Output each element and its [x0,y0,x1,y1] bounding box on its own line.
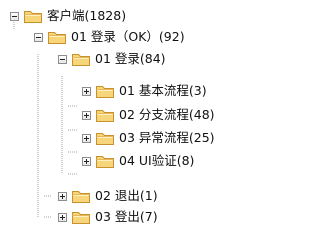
tree-node-root[interactable]: 客户端(1828) [10,5,126,27]
folder-icon [72,191,90,203]
expand-toggle[interactable] [82,156,91,166]
tree-node-basic-flow[interactable]: 01 基本流程(3) [82,80,207,102]
folder-icon [72,54,90,66]
tree-node-label: 01 基本流程(3) [119,83,207,98]
folder-icon [96,133,114,145]
tree-node-login[interactable]: 01 登录(84) [58,48,166,70]
tree-node-ui-validation[interactable]: 04 UI验证(8) [82,150,194,172]
tree-node-label: 02 分支流程(48) [119,107,215,122]
tree-node-label: 客户端(1828) [47,8,127,23]
expand-toggle[interactable] [58,212,67,222]
folder-icon [72,212,90,224]
tree-node-exit[interactable]: 02 退出(1) [58,185,158,207]
folder-icon [96,86,114,98]
folder-icon [24,11,42,23]
tree-node-label: 04 UI验证(8) [119,153,195,168]
folder-tree: 客户端(1828) 01 登录（OK）(92) 01 登录(84) 01 基本流… [0,0,270,241]
tree-node-exception-flow[interactable]: 03 异常流程(25) [82,127,215,149]
tree-node-login-ok[interactable]: 01 登录（OK）(92) [34,26,185,48]
folder-icon [96,156,114,168]
collapse-toggle[interactable] [34,32,43,42]
folder-icon [48,32,66,44]
tree-node-label: 01 登录(84) [95,51,166,66]
collapse-toggle[interactable] [10,11,19,21]
tree-node-label: 01 登录（OK）(92) [71,29,185,44]
expand-toggle[interactable] [82,110,91,120]
expand-toggle[interactable] [58,191,67,201]
tree-node-label: 03 登出(7) [95,209,158,224]
expand-toggle[interactable] [82,86,91,96]
expand-toggle[interactable] [82,133,91,143]
tree-node-label: 03 异常流程(25) [119,130,215,145]
folder-icon [96,110,114,122]
tree-node-branch-flow[interactable]: 02 分支流程(48) [82,104,215,126]
collapse-toggle[interactable] [58,54,67,64]
tree-node-label: 02 退出(1) [95,188,158,203]
tree-node-logout[interactable]: 03 登出(7) [58,206,158,228]
